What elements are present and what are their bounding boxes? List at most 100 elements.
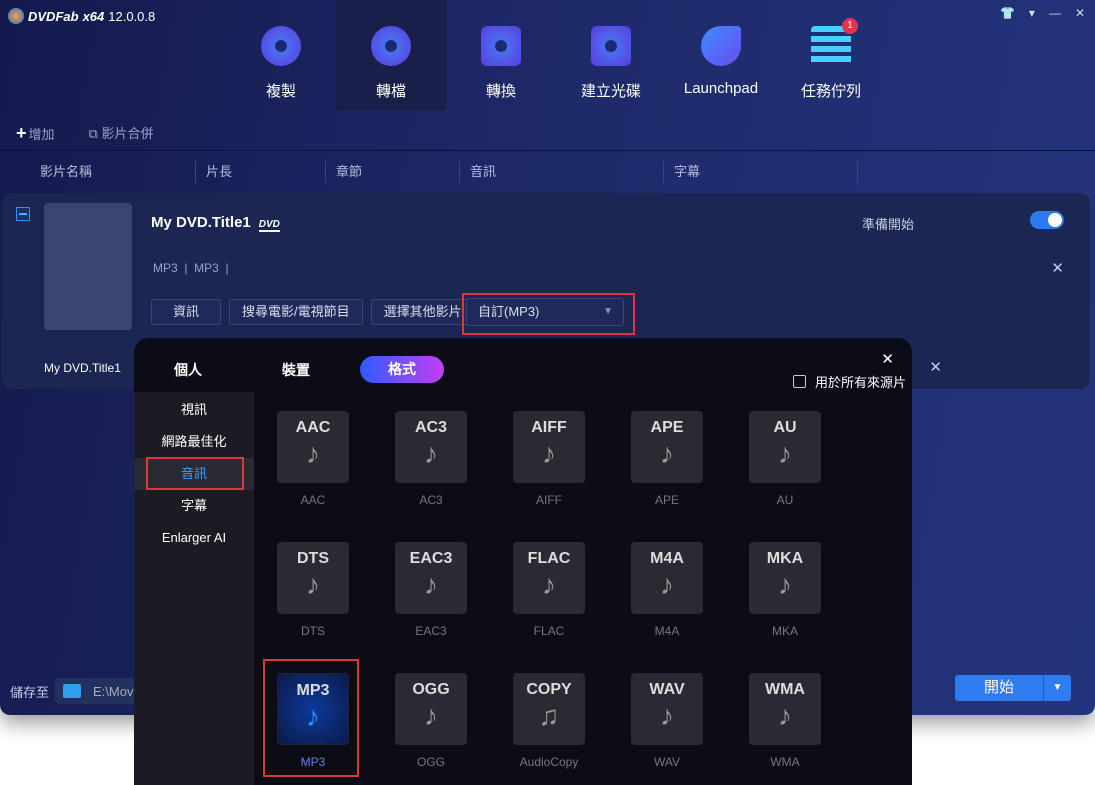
music-note-icon: ♫ <box>538 700 560 731</box>
col-chapters: 章節 <box>326 160 460 183</box>
format-icon: MKA ♪ <box>749 542 821 614</box>
nav-task-queue[interactable]: 1 任務佇列 <box>776 0 886 110</box>
column-header: 影片名稱 片長 章節 音訊 字幕 <box>0 150 1095 192</box>
profile-popup: 個人 裝置 格式 ✕ 用於所有來源片 視訊 網路最佳化 音訊 字幕 Enlarg… <box>134 338 912 785</box>
thumbnail <box>44 203 132 330</box>
format-tile-m4a[interactable]: M4A ♪ M4A <box>631 542 703 638</box>
disc-ripper-icon <box>371 26 411 66</box>
col-audio: 音訊 <box>460 160 664 183</box>
music-note-icon: ♪ <box>306 569 320 600</box>
status-text: 準備開始 <box>861 217 914 232</box>
popup-close-icon[interactable]: ✕ <box>881 350 894 368</box>
window-controls: 👕 ▾ — ✕ <box>1000 6 1085 20</box>
format-tile-au[interactable]: AU ♪ AU <box>749 411 821 507</box>
format-tile-flac[interactable]: FLAC ♪ FLAC <box>513 542 585 638</box>
app-logo: DVDFab x64 12.0.0.8 <box>8 8 155 24</box>
music-note-icon: ♪ <box>778 438 792 469</box>
module-nav: 複製 轉檔 轉換 建立光碟 Launchpad 1 任務佇列 <box>226 0 886 110</box>
format-icon: WAV ♪ <box>631 673 703 745</box>
format-icon: DTS ♪ <box>277 542 349 614</box>
collapse-checkbox[interactable] <box>16 207 30 221</box>
format-tile-copy[interactable]: COPY ♫ AudioCopy <box>513 673 585 769</box>
col-runtime: 片長 <box>196 160 326 183</box>
apply-all-checkbox[interactable] <box>792 375 806 388</box>
merge-icon: ⧉ <box>88 126 102 141</box>
format-tile-aiff[interactable]: AIFF ♪ AIFF <box>513 411 585 507</box>
highlight-box <box>462 293 635 335</box>
music-note-icon: ♪ <box>660 700 674 731</box>
category-list: 視訊 網路最佳化 音訊 字幕 Enlarger AI <box>134 392 254 785</box>
col-title: 影片名稱 <box>0 160 196 183</box>
format-icon: AAC ♪ <box>277 411 349 483</box>
apply-all[interactable]: 用於所有來源片 <box>792 372 906 391</box>
nav-launchpad[interactable]: Launchpad <box>666 0 776 110</box>
music-note-icon: ♪ <box>542 438 556 469</box>
format-icon: M4A ♪ <box>631 542 703 614</box>
format-tile-ape[interactable]: APE ♪ APE <box>631 411 703 507</box>
item-title: My DVD.Title1 DVD <box>151 214 280 232</box>
category-subtitle[interactable]: 字幕 <box>134 490 254 522</box>
format-tile-mka[interactable]: MKA ♪ MKA <box>749 542 821 638</box>
format-icon: WMA ♪ <box>749 673 821 745</box>
music-note-icon: ♪ <box>424 569 438 600</box>
popup-tabs: 個人 裝置 格式 <box>134 356 444 383</box>
video-converter-icon <box>481 26 521 66</box>
format-tile-aac[interactable]: AAC ♪ AAC <box>277 411 349 507</box>
minimize-icon[interactable]: — <box>1049 6 1061 20</box>
plus-icon: + <box>16 123 27 143</box>
dvd-logo: DVD <box>258 219 280 232</box>
format-icon: AC3 ♪ <box>395 411 467 483</box>
format-tile-ac3[interactable]: AC3 ♪ AC3 <box>395 411 467 507</box>
format-tile-ogg[interactable]: OGG ♪ OGG <box>395 673 467 769</box>
format-icon: COPY ♫ <box>513 673 585 745</box>
category-web[interactable]: 網路最佳化 <box>134 426 254 458</box>
category-video[interactable]: 視訊 <box>134 394 254 426</box>
merge-button[interactable]: ⧉ 影片合併 <box>89 123 154 144</box>
format-tile-eac3[interactable]: EAC3 ♪ EAC3 <box>395 542 467 638</box>
music-note-icon: ♪ <box>660 438 674 469</box>
search-movie-button[interactable]: 搜尋電影/電視節目 <box>229 299 363 325</box>
remove-row-icon[interactable]: ✕ <box>929 358 942 376</box>
category-enlarger-ai[interactable]: Enlarger AI <box>134 522 254 554</box>
item-meta: MP3 | MP3 | <box>153 261 229 275</box>
close-icon[interactable]: ✕ <box>1075 6 1085 20</box>
col-subtitle: 字幕 <box>664 160 858 183</box>
nav-ripper[interactable]: 轉檔 <box>336 0 446 110</box>
tab-format[interactable]: 格式 <box>360 356 444 383</box>
format-tile-wma[interactable]: WMA ♪ WMA <box>749 673 821 769</box>
music-note-icon: ♪ <box>660 569 674 600</box>
nav-creator[interactable]: 建立光碟 <box>556 0 666 110</box>
skin-icon[interactable]: 👕 <box>1000 6 1015 20</box>
format-icon: EAC3 ♪ <box>395 542 467 614</box>
music-note-icon: ♪ <box>424 438 438 469</box>
start-button[interactable]: 開始 ▼ <box>955 675 1071 701</box>
tab-personal[interactable]: 個人 <box>174 360 202 380</box>
menu-icon[interactable]: ▾ <box>1029 6 1035 20</box>
music-note-icon: ♪ <box>778 569 792 600</box>
rocket-icon <box>701 26 741 66</box>
queue-badge: 1 <box>842 18 858 34</box>
row-title: My DVD.Title1 <box>44 361 121 375</box>
format-highlight <box>263 659 359 777</box>
enable-toggle[interactable] <box>1030 211 1064 229</box>
dvdfab-logo-icon <box>8 8 24 24</box>
tab-device[interactable]: 裝置 <box>282 360 310 380</box>
format-tile-wav[interactable]: WAV ♪ WAV <box>631 673 703 769</box>
format-icon: APE ♪ <box>631 411 703 483</box>
nav-converter[interactable]: 轉換 <box>446 0 556 110</box>
disc-copy-icon <box>261 26 301 66</box>
format-icon: FLAC ♪ <box>513 542 585 614</box>
info-button[interactable]: 資訊 <box>151 299 221 325</box>
music-note-icon: ♪ <box>542 569 556 600</box>
format-icon: OGG ♪ <box>395 673 467 745</box>
music-note-icon: ♪ <box>424 700 438 731</box>
choose-other-button[interactable]: 選擇其他影片 <box>370 299 475 325</box>
remove-icon[interactable]: ✕ <box>1051 259 1064 277</box>
add-button[interactable]: + 增加 <box>16 123 55 144</box>
category-highlight <box>146 457 244 490</box>
music-note-icon: ♪ <box>306 438 320 469</box>
folder-icon[interactable] <box>63 684 82 698</box>
nav-copy[interactable]: 複製 <box>226 0 336 110</box>
chevron-down-icon[interactable]: ▼ <box>1043 675 1071 701</box>
format-tile-dts[interactable]: DTS ♪ DTS <box>277 542 349 638</box>
